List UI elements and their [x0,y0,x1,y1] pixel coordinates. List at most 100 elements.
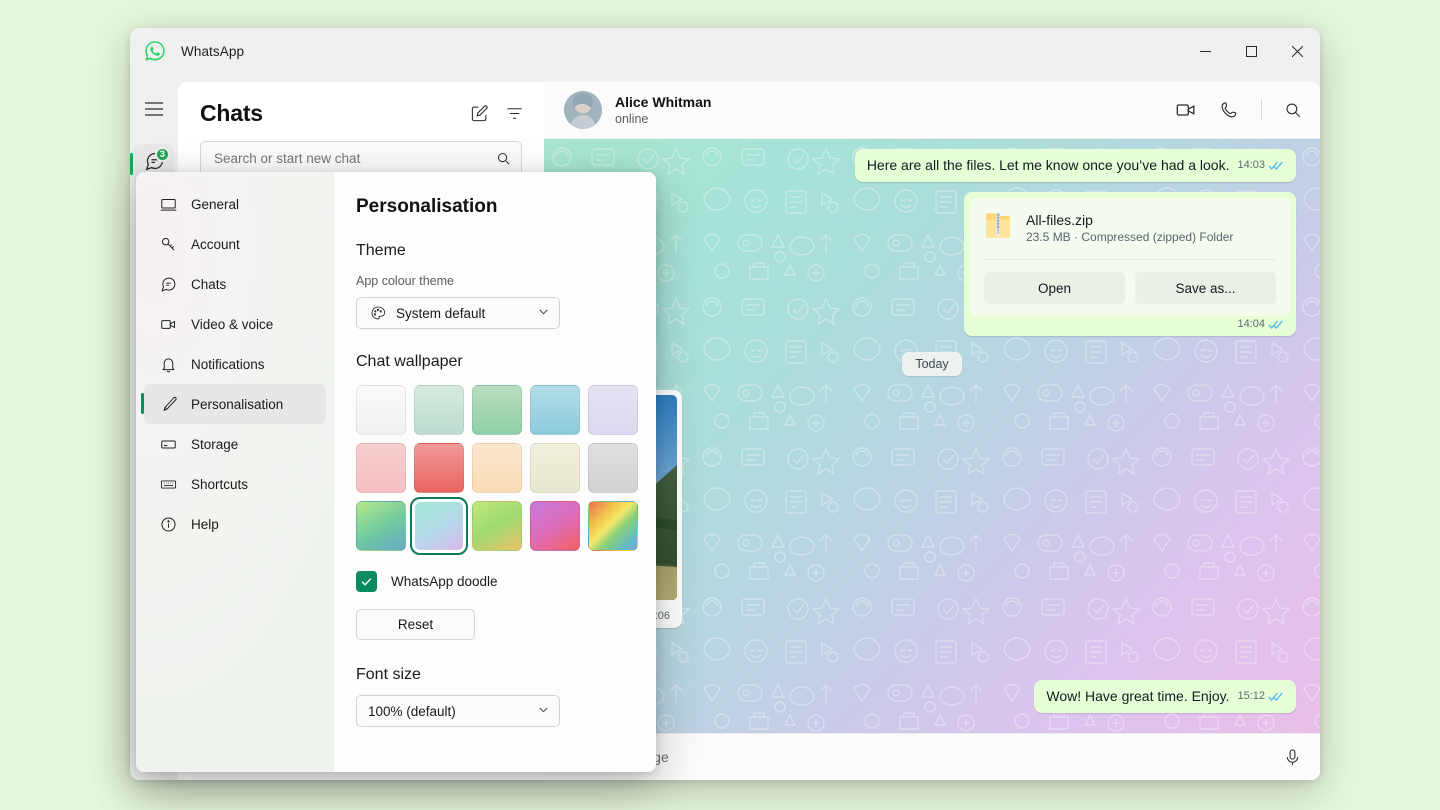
day-divider: Today [568,352,1296,376]
wallpaper-mint-lilac-gradient[interactable] [414,501,464,551]
wallpaper-white[interactable] [356,385,406,435]
chat-bubble-icon [159,276,178,293]
reset-button[interactable]: Reset [356,609,475,640]
read-receipt-icon [1268,319,1284,330]
file-info: All-files.zip 23.5 MB · Compressed (zipp… [1026,212,1233,244]
message-composer [544,733,1320,780]
wallpaper-pink[interactable] [356,443,406,493]
video-call-icon[interactable] [1175,99,1197,121]
search-input[interactable] [214,151,496,166]
file-header: All-files.zip 23.5 MB · Compressed (zipp… [984,210,1276,245]
message-bubble[interactable]: Here are all the files. Let me know once… [855,149,1296,182]
settings-content: Personalisation Theme App colour theme S… [334,172,656,772]
sidebar-item-label: General [191,197,239,212]
close-icon[interactable] [1274,28,1320,74]
search-icon [496,151,511,166]
monitor-icon [159,196,178,213]
wallpaper-grey[interactable] [588,443,638,493]
message-input[interactable] [566,749,1283,765]
font-size-select[interactable]: 100% (default) [356,695,560,727]
message-meta: 14:03 [1237,156,1284,175]
checkmark-icon[interactable] [356,571,377,592]
sidebar-item-general[interactable]: General [144,184,326,224]
theme-section-title: Theme [356,242,630,260]
paintbrush-icon [159,396,178,413]
video-camera-icon [159,316,178,333]
wallpaper-lavender[interactable] [588,385,638,435]
wallpaper-blue[interactable] [530,385,580,435]
sidebar-item-account[interactable]: Account [144,224,326,264]
sidebar-item-label: Help [191,517,219,532]
message-bubble[interactable]: Wow! Have great time. Enjoy. 15:12 [1034,680,1296,713]
wallpaper-green[interactable] [472,385,522,435]
sidebar-item-storage[interactable]: Storage [144,424,326,464]
sidebar-item-video-voice[interactable]: Video & voice [144,304,326,344]
chat-list-header: Chats [178,82,544,127]
font-size-section-title: Font size [356,666,630,684]
wallpaper-cream[interactable] [530,443,580,493]
wallpaper-rainbow-gradient[interactable] [588,501,638,551]
wallpaper-lime-gradient[interactable] [472,501,522,551]
doodle-toggle-row[interactable]: WhatsApp doodle [356,571,630,592]
sidebar-item-notifications[interactable]: Notifications [144,344,326,384]
sidebar-item-label: Storage [191,437,238,452]
sidebar-item-shortcuts[interactable]: Shortcuts [144,464,326,504]
sidebar-item-help[interactable]: Help [144,504,326,544]
message-row: Here are all the files. Let me know once… [568,149,1296,182]
sidebar-item-chats[interactable]: Chats [144,264,326,304]
storage-drive-icon [159,436,178,453]
message-body: Here are all the files. Let me know once… [855,149,1296,182]
search-icon[interactable] [1284,101,1302,119]
title-bar: WhatsApp [130,28,1320,74]
window-controls [1182,28,1320,74]
save-as-button[interactable]: Save as... [1135,272,1276,304]
hamburger-menu-icon[interactable] [130,86,178,132]
day-divider-label: Today [902,352,961,376]
search-container [178,127,544,175]
app-colour-theme-select[interactable]: System default [356,297,560,329]
file-name: All-files.zip [1026,212,1233,228]
maximize-icon[interactable] [1228,28,1274,74]
message-row: Wow! Have great time. Enjoy. 15:12 [568,680,1296,713]
search-box[interactable] [200,141,522,175]
timestamp: 15:12 [1237,687,1265,706]
whatsapp-logo-icon [143,39,167,63]
contact-status: online [615,112,711,126]
minimize-icon[interactable] [1182,28,1228,74]
sidebar-item-label: Shortcuts [191,477,248,492]
sidebar-item-personalisation[interactable]: Personalisation [144,384,326,424]
message-row: here! 15:06 [544,390,1296,628]
wallpaper-green-blue-gradient[interactable] [356,501,406,551]
conversation-panel: Alice Whitman online [544,82,1320,780]
wallpaper-peach[interactable] [472,443,522,493]
sidebar-item-label: Account [191,237,240,252]
file-message-bubble[interactable]: All-files.zip 23.5 MB · Compressed (zipp… [964,192,1296,336]
file-meta: 23.5 MB · Compressed (zipped) Folder [1026,230,1233,244]
voice-call-icon[interactable] [1219,100,1239,120]
keyboard-icon [159,476,178,493]
wallpaper-mint-pale[interactable] [414,385,464,435]
contact-avatar[interactable] [564,91,602,129]
microphone-icon[interactable] [1283,748,1302,767]
chat-list-actions [470,104,524,123]
palette-icon [368,305,387,321]
open-file-button[interactable]: Open [984,272,1125,304]
message-body: Wow! Have great time. Enjoy. 15:12 [1034,680,1296,713]
conversation-actions [1175,99,1302,121]
key-icon [159,236,178,253]
timestamp: 14:04 [1237,318,1265,330]
filter-icon[interactable] [505,104,524,123]
wallpaper-magenta-gradient[interactable] [530,501,580,551]
wallpaper-red[interactable] [414,443,464,493]
timestamp: 14:03 [1237,156,1265,175]
settings-nav: General Account Chats [136,172,334,772]
read-receipt-icon [1268,691,1284,702]
read-receipt-icon [1268,160,1284,171]
file-card: All-files.zip 23.5 MB · Compressed (zipp… [970,198,1290,316]
file-actions: Open Save as... [984,259,1276,304]
divider [1261,99,1262,121]
message-text: Wow! Have great time. Enjoy. [1046,687,1229,706]
info-circle-icon [159,516,178,533]
new-chat-compose-icon[interactable] [470,104,489,123]
wallpaper-section-title: Chat wallpaper [356,353,630,371]
